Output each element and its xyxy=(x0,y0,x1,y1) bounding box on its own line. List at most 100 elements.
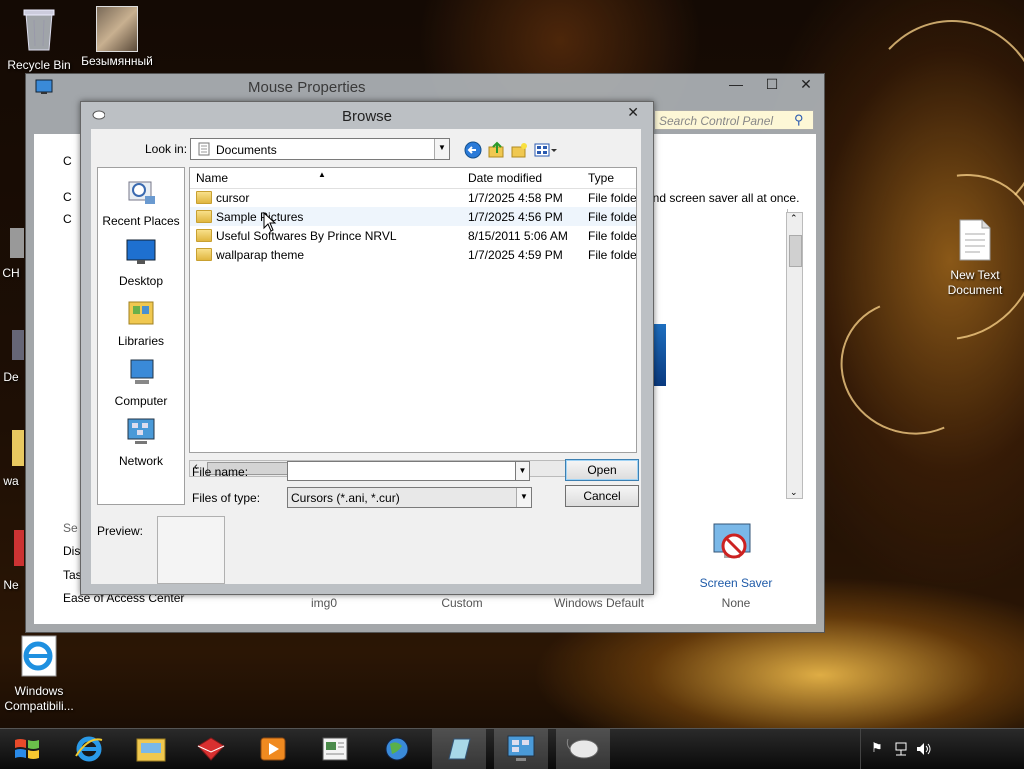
browse-dialog-body: Look in: Documents ▼ Recent Places Deskt… xyxy=(91,129,641,584)
red-box-app-icon xyxy=(197,737,225,761)
desktop-icon-new-text-document[interactable]: New Text Document xyxy=(936,218,1014,298)
column-header-name[interactable]: Name xyxy=(196,171,228,185)
folder-icon xyxy=(136,738,166,762)
recent-places-icon xyxy=(128,181,155,204)
desktop-icon-fragment xyxy=(10,228,24,258)
new-folder-icon[interactable] xyxy=(510,141,528,159)
desktop-icon-windows-compatibility[interactable]: Windows Compatibili... xyxy=(0,634,78,714)
taskbar-notepad-app[interactable] xyxy=(432,729,486,769)
scroll-up-arrow[interactable]: ⌃ xyxy=(790,213,798,224)
desktop-icon-fragment xyxy=(14,530,24,566)
look-in-dropdown[interactable]: Documents ▼ xyxy=(190,138,450,160)
screen-saver-value: None xyxy=(721,596,751,610)
column-header-date[interactable]: Date modified xyxy=(468,171,542,185)
volume-icon[interactable] xyxy=(916,742,932,756)
internet-explorer-icon xyxy=(21,635,57,677)
file-list-header: Name ▲ Date modified Type xyxy=(190,168,636,189)
place-computer[interactable]: Computer xyxy=(98,356,184,408)
preview-label: Preview: xyxy=(97,524,144,538)
mouse-properties-titlebar[interactable]: Mouse Properties — ☐ ✕ xyxy=(26,74,824,102)
folder-icon xyxy=(196,248,212,261)
file-name: cursor xyxy=(216,191,250,205)
back-arrow-icon[interactable] xyxy=(464,141,482,159)
file-name: Sample Pictures xyxy=(216,210,304,224)
chevron-down-icon[interactable]: ▼ xyxy=(434,139,449,159)
search-input[interactable]: Search Control Panel xyxy=(654,110,814,130)
up-folder-icon[interactable] xyxy=(487,141,505,159)
taskbar-internet-explorer[interactable] xyxy=(62,729,116,769)
control-panel-icon xyxy=(507,735,535,761)
window-title: Mouse Properties xyxy=(248,79,366,96)
file-row[interactable]: Useful Softwares By Prince NRVL 8/15/201… xyxy=(190,226,636,245)
windows-logo-icon xyxy=(15,739,39,759)
file-row[interactable]: wallparap theme 1/7/2025 4:59 PM File fo… xyxy=(190,245,636,264)
file-date: 8/15/2011 5:06 AM xyxy=(468,229,568,243)
recycle-bin-icon xyxy=(23,9,55,51)
file-row[interactable]: Sample Pictures 1/7/2025 4:56 PM File fo… xyxy=(190,207,636,226)
taskbar: ⚑ xyxy=(0,728,1024,769)
close-button[interactable]: ✕ xyxy=(627,104,639,121)
desktop-icon-label: Windows Compatibili... xyxy=(4,684,74,713)
chevron-down-icon[interactable]: ▼ xyxy=(515,461,530,481)
theme-list-scrollbar[interactable]: ⌃ ⌄ xyxy=(786,212,803,499)
files-of-type-dropdown[interactable]: Cursors (*.ani, *.cur) ▼ xyxy=(287,487,532,508)
place-libraries[interactable]: Libraries xyxy=(98,296,184,348)
network-icon xyxy=(127,418,155,444)
desktop-icon-fragment xyxy=(12,330,24,360)
open-button[interactable]: Open xyxy=(565,459,639,481)
dialog-title: Browse xyxy=(341,108,393,125)
taskbar-mouse-properties[interactable] xyxy=(556,729,610,769)
files-of-type-value: Cursors (*.ani, *.cur) xyxy=(291,491,400,505)
minimize-button[interactable]: — xyxy=(721,76,751,92)
taskbar-document-app[interactable] xyxy=(308,729,362,769)
sort-arrow-icon: ▲ xyxy=(318,170,326,179)
file-row[interactable]: cursor 1/7/2025 4:58 PM File folder xyxy=(190,188,636,207)
theme-item-windows-default[interactable]: Windows Default xyxy=(539,596,659,610)
scrollbar-thumb[interactable] xyxy=(789,235,802,267)
view-menu-icon[interactable] xyxy=(534,141,558,159)
maximize-button[interactable]: ☐ xyxy=(757,76,787,93)
taskbar-file-explorer[interactable] xyxy=(124,729,178,769)
network-tray-icon[interactable] xyxy=(894,742,908,756)
start-button[interactable] xyxy=(0,729,54,769)
left-fragment: C xyxy=(63,212,72,226)
desktop-icon-label: Recycle Bin xyxy=(7,58,71,72)
taskbar-app-red[interactable] xyxy=(184,729,238,769)
place-label: Libraries xyxy=(117,334,165,348)
desktop-icon-image[interactable]: Безымянный xyxy=(78,6,156,69)
file-type: File folder xyxy=(588,248,637,262)
search-icon[interactable]: ⚲ xyxy=(794,112,804,128)
place-label: Recent Places xyxy=(102,214,180,228)
mouse-icon xyxy=(566,738,599,759)
file-date: 1/7/2025 4:59 PM xyxy=(468,248,563,262)
media-player-icon xyxy=(260,737,286,761)
places-bar: Recent Places Desktop Libraries Computer xyxy=(97,167,185,505)
left-link-taskbar[interactable]: Tas xyxy=(63,568,82,582)
action-center-flag-icon[interactable]: ⚑ xyxy=(871,740,883,756)
taskbar-control-panel[interactable] xyxy=(494,729,548,769)
chevron-down-icon[interactable]: ▼ xyxy=(516,488,531,507)
file-name-label: File name: xyxy=(192,465,249,479)
desktop-icon-recycle-bin[interactable]: Recycle Bin xyxy=(0,6,78,73)
photo-thumbnail-icon xyxy=(96,6,138,52)
place-network[interactable]: Network xyxy=(98,416,184,468)
files-of-type-label: Files of type: xyxy=(192,491,261,505)
cancel-button[interactable]: Cancel xyxy=(565,485,639,507)
close-button[interactable]: ✕ xyxy=(791,76,821,93)
theme-item-custom[interactable]: Custom xyxy=(412,596,512,610)
look-in-value: Documents xyxy=(216,143,277,157)
place-desktop[interactable]: Desktop xyxy=(98,236,184,288)
globe-icon xyxy=(385,737,409,761)
column-header-type[interactable]: Type xyxy=(588,171,614,185)
theme-list-border xyxy=(642,209,788,497)
desktop-icon xyxy=(126,239,156,264)
theme-item-img0[interactable]: img0 xyxy=(274,596,374,610)
file-name-input[interactable] xyxy=(287,461,517,481)
taskbar-globe-app[interactable] xyxy=(370,729,424,769)
left-fragment: Se xyxy=(63,521,78,535)
screen-saver-link[interactable]: Screen Saver xyxy=(686,576,786,590)
taskbar-media-player[interactable] xyxy=(246,729,300,769)
scroll-down-arrow[interactable]: ⌄ xyxy=(790,487,798,498)
desktop-icon-fragment xyxy=(12,430,24,466)
place-recent-places[interactable]: Recent Places xyxy=(98,176,184,228)
